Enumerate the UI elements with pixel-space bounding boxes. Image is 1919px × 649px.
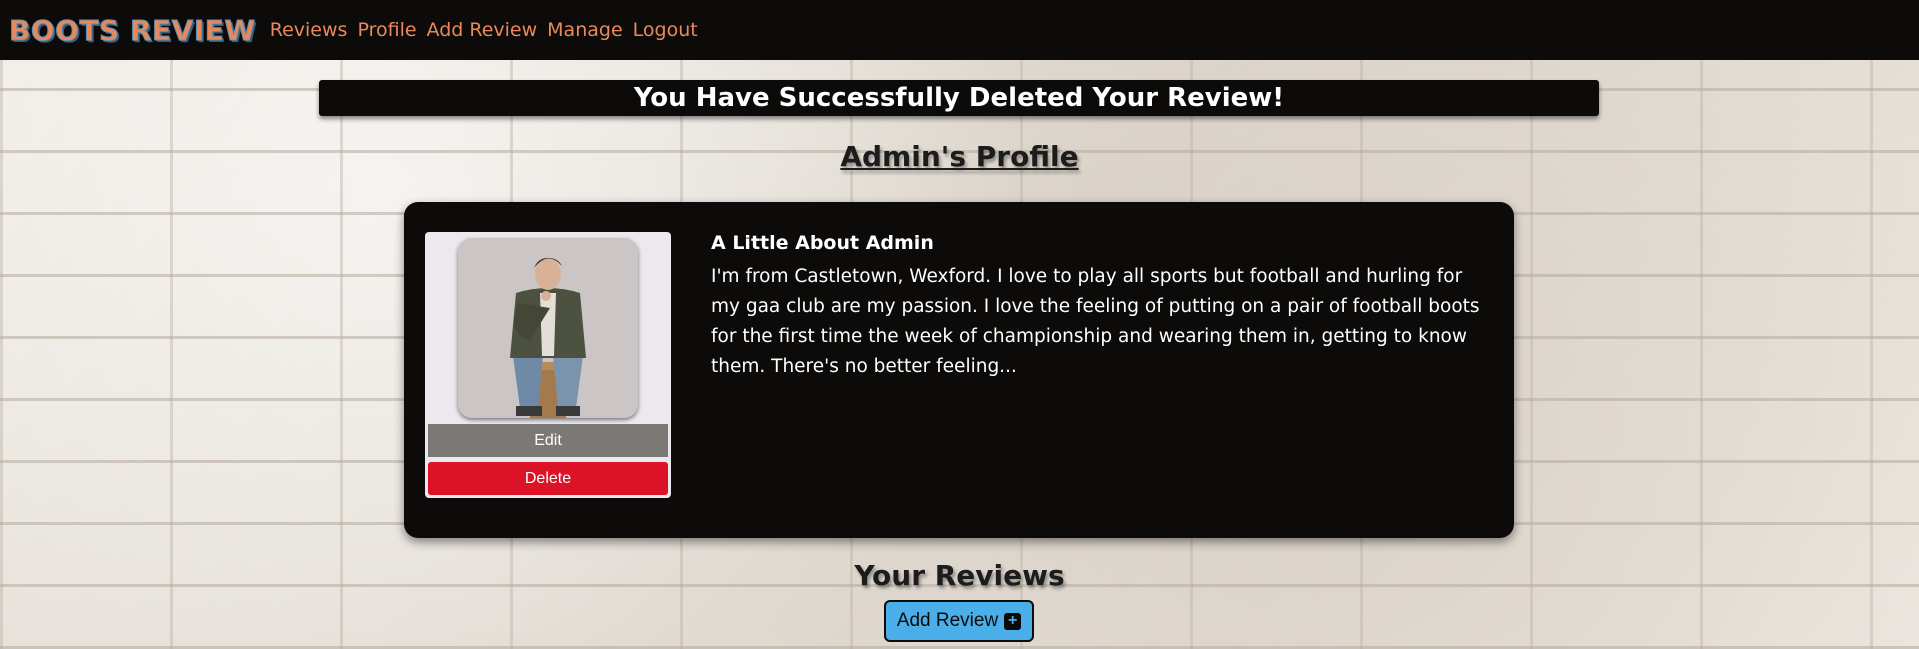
profile-card: Edit Delete A Little About Admin I'm fro… <box>404 202 1514 538</box>
nav-link-logout[interactable]: Logout <box>633 19 698 41</box>
user-photo-icon <box>458 238 638 418</box>
nav-link-manage[interactable]: Manage <box>547 19 622 41</box>
nav-link-add-review[interactable]: Add Review <box>427 19 538 41</box>
about-heading: A Little About Admin <box>711 232 934 254</box>
brand-logo[interactable]: BOOTS REVIEW <box>9 13 256 47</box>
add-review-button[interactable]: Add Review + <box>884 600 1034 642</box>
profile-title: Admin's Profile <box>840 140 1079 173</box>
avatar-panel: Edit Delete <box>425 232 671 498</box>
edit-profile-button[interactable]: Edit <box>428 424 668 457</box>
reviews-title: Your Reviews <box>854 559 1065 592</box>
nav-link-profile[interactable]: Profile <box>357 19 416 41</box>
flash-message: You Have Successfully Deleted Your Revie… <box>319 80 1599 116</box>
add-review-label: Add Review <box>896 610 999 631</box>
navbar: BOOTS REVIEW Reviews Profile Add Review … <box>0 0 1919 60</box>
avatar <box>458 238 638 418</box>
flash-message-text: You Have Successfully Deleted Your Revie… <box>633 83 1285 113</box>
delete-profile-button[interactable]: Delete <box>428 462 668 495</box>
nav-link-reviews[interactable]: Reviews <box>270 19 348 41</box>
plus-square-icon: + <box>1004 612 1022 630</box>
about-text: I'm from Castletown, Wexford. I love to … <box>711 266 1480 377</box>
